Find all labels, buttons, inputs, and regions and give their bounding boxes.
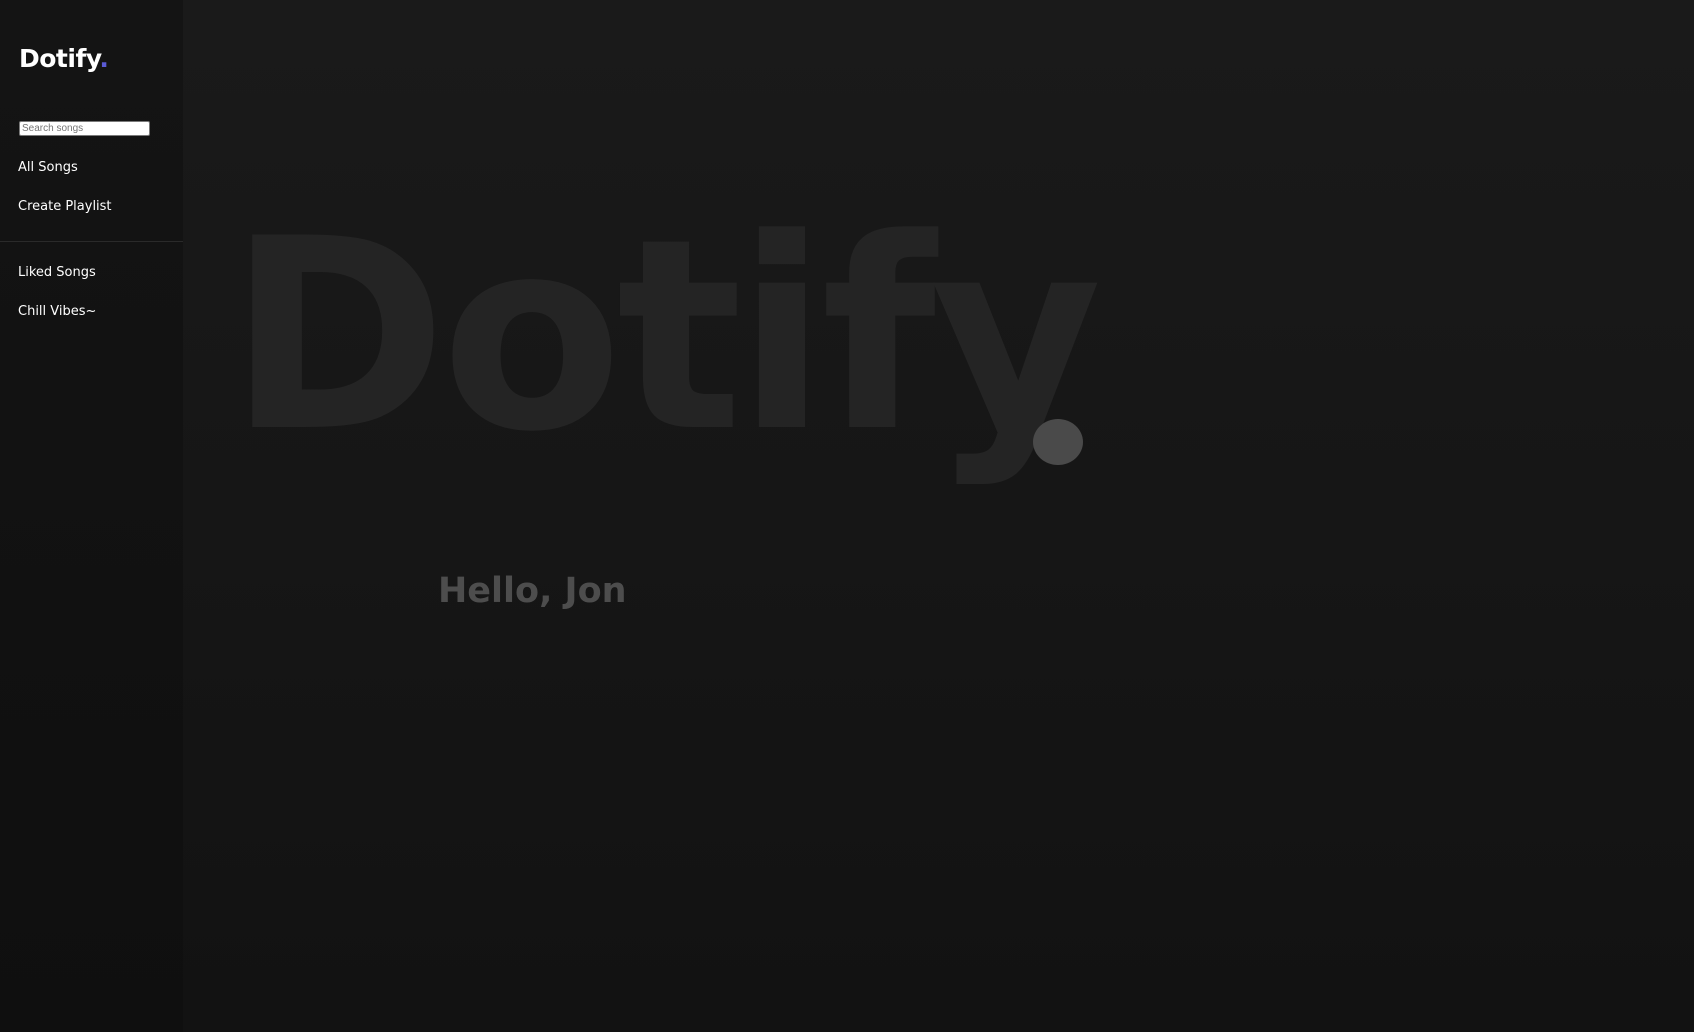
logo-text: Dotify: [19, 44, 100, 73]
search-input[interactable]: [19, 121, 150, 136]
greeting-text: Hello, Jon: [438, 571, 627, 611]
sidebar: Dotify. All Songs Create Playlist Liked …: [0, 0, 183, 1032]
sidebar-item-chill-vibes[interactable]: Chill Vibes~: [18, 304, 96, 320]
app-logo[interactable]: Dotify.: [19, 44, 109, 74]
sidebar-divider: [0, 241, 183, 242]
hero-logo-dot: [1033, 419, 1083, 465]
hero-logo-text: Dotify: [228, 183, 1102, 490]
main-content: Dotify Hello, Jon: [183, 0, 1694, 1032]
sidebar-item-create-playlist[interactable]: Create Playlist: [18, 199, 112, 215]
logo-dot: .: [99, 44, 109, 73]
sidebar-item-liked-songs[interactable]: Liked Songs: [18, 265, 96, 281]
app-root: Dotify. All Songs Create Playlist Liked …: [0, 0, 1694, 1032]
sidebar-item-all-songs[interactable]: All Songs: [18, 160, 78, 176]
